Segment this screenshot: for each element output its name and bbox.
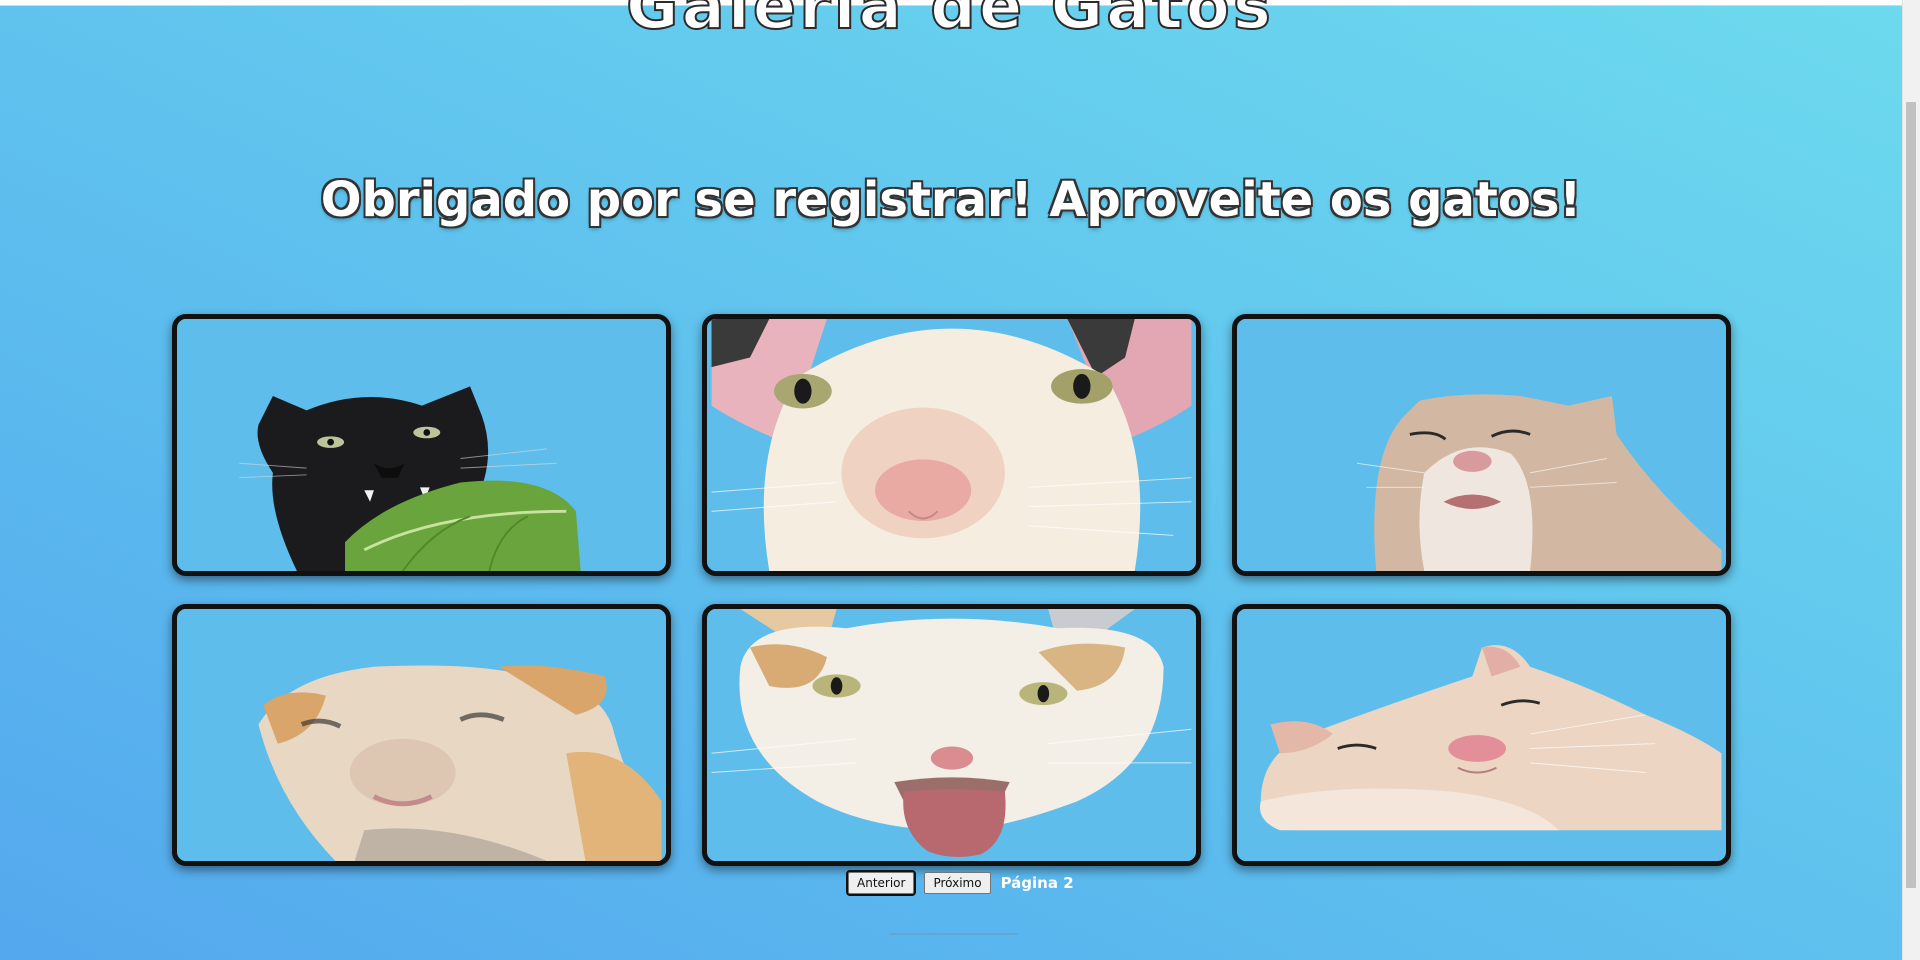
next-page-button[interactable]: Próximo xyxy=(924,872,991,894)
blurry-cat-image xyxy=(181,609,662,861)
cat-image-card-4[interactable] xyxy=(172,604,671,866)
cream-cat-image xyxy=(1241,319,1722,571)
black-cat-leaf-image xyxy=(181,319,662,571)
pagination: Anterior Próximo Página 2 xyxy=(845,870,1074,896)
cat-image-card-6[interactable] xyxy=(1232,604,1731,866)
thanks-message: Obrigado por se registrar! Aproveite os … xyxy=(320,172,1582,228)
tongue-cat-image xyxy=(711,609,1192,861)
cat-image-card-3[interactable] xyxy=(1232,314,1731,576)
footer-divider xyxy=(890,933,1018,935)
page-indicator: Página 2 xyxy=(1000,874,1074,892)
cat-image-card-5[interactable] xyxy=(702,604,1201,866)
gallery-title: Galeria de Gatos xyxy=(625,0,1274,45)
scrollbar-thumb[interactable] xyxy=(1906,102,1916,888)
cat-image-card-2[interactable] xyxy=(702,314,1201,576)
white-cat-nose-image xyxy=(711,319,1192,571)
lying-cat-image xyxy=(1241,609,1722,861)
cat-image-card-1[interactable] xyxy=(172,314,671,576)
previous-page-button[interactable]: Anterior xyxy=(845,870,917,896)
